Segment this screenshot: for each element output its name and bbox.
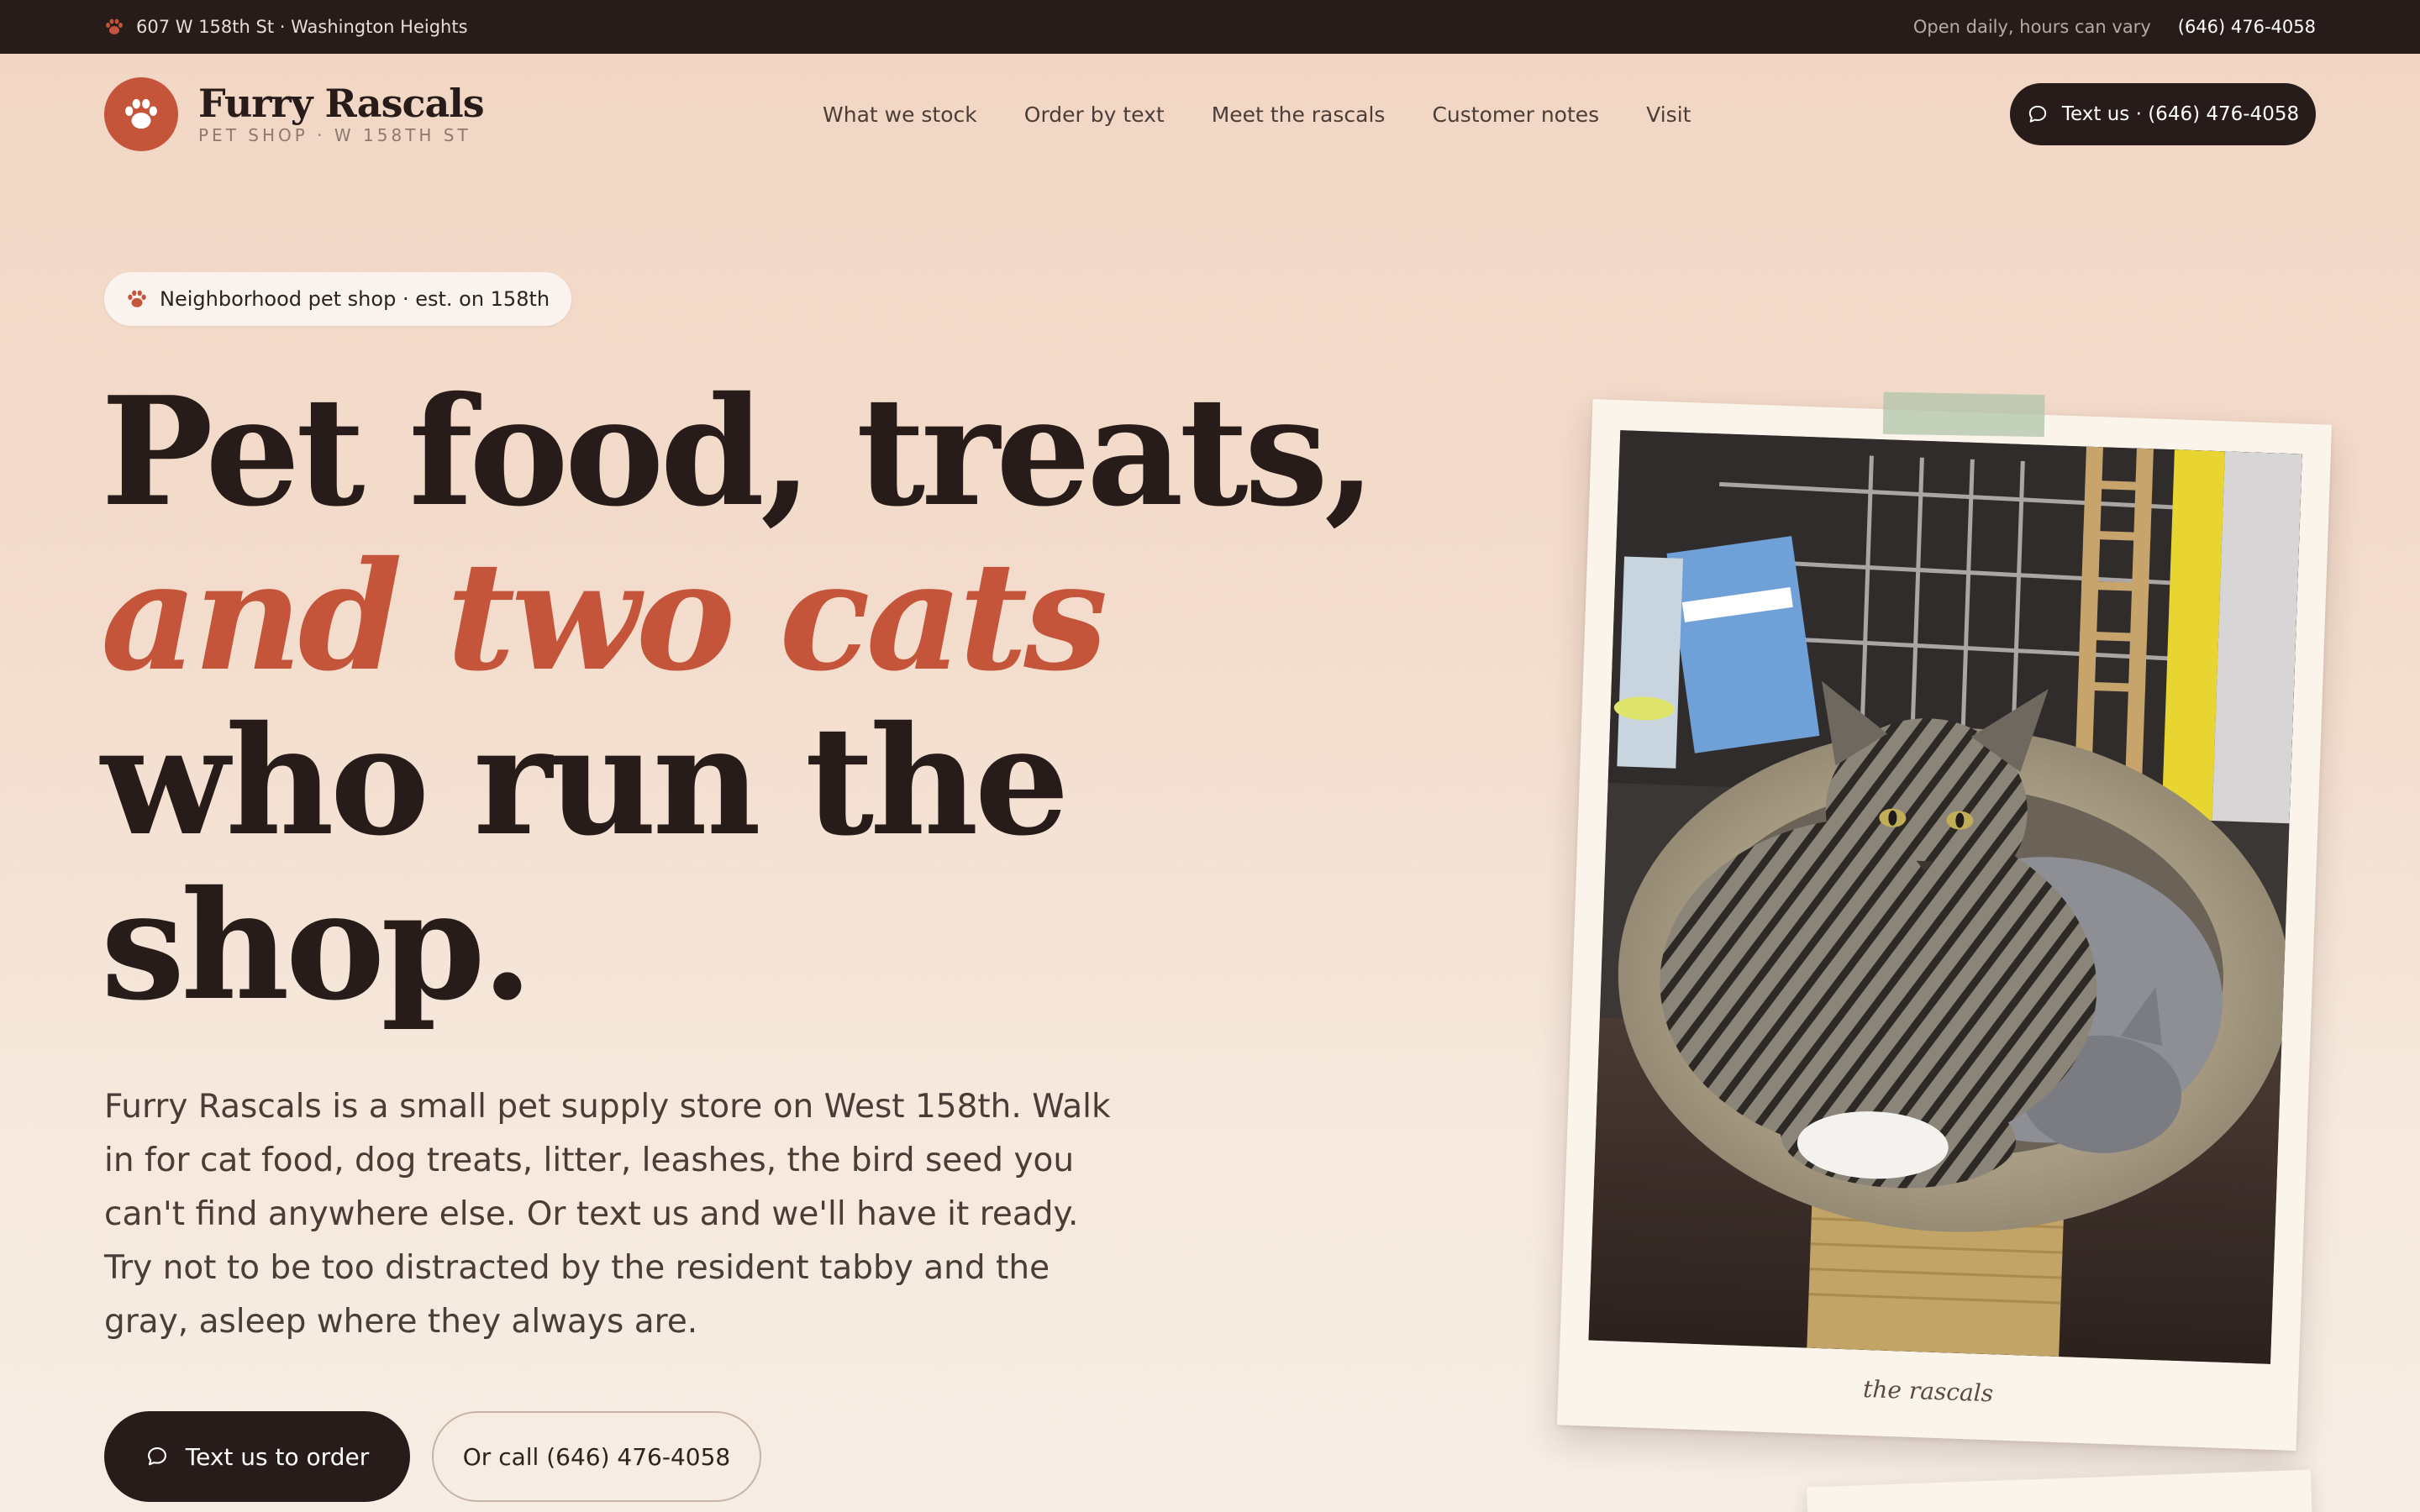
headline-line-2-accent: and two cats xyxy=(101,528,1107,704)
paw-icon xyxy=(125,98,157,129)
polaroid-photo-card: the rascals xyxy=(1556,391,2333,1451)
main-nav: What we stock Order by text Meet the ras… xyxy=(823,76,1691,153)
chat-bubble-icon xyxy=(2028,105,2047,123)
paw-icon xyxy=(106,18,123,34)
top-info-bar: 607 W 158th St · Washington Heights Open… xyxy=(0,0,2420,54)
tape-strip xyxy=(1882,391,2045,438)
brand-logo-link[interactable]: Furry Rascals PET SHOP · W 158TH ST xyxy=(104,77,485,151)
primary-button-label: Text us to order xyxy=(185,1442,370,1471)
hours-text: Open daily, hours can vary xyxy=(1912,17,2151,37)
cats-in-bed-illustration xyxy=(1588,430,2302,1364)
nav-link-visit[interactable]: Visit xyxy=(1646,102,1691,127)
brand-name: Furry Rascals xyxy=(198,80,485,126)
logo-badge xyxy=(104,77,178,151)
nav-link-customer-notes[interactable]: Customer notes xyxy=(1432,102,1599,127)
nav-link-what-we-stock[interactable]: What we stock xyxy=(823,102,977,127)
hero-badge-text: Neighborhood pet shop · est. on 158th xyxy=(160,287,550,311)
header-text-us-button[interactable]: Text us · (646) 476-4058 xyxy=(2010,83,2316,145)
secondary-button-label: Or call (646) 476-4058 xyxy=(462,1442,731,1471)
address-text: 607 W 158th St · Washington Heights xyxy=(136,17,468,37)
text-us-to-order-button[interactable]: Text us to order xyxy=(104,1411,410,1502)
hours-phone-group: Open daily, hours can vary (646) 476-405… xyxy=(1913,17,2316,37)
hero-intro-paragraph: Furry Rascals is a small pet supply stor… xyxy=(104,1088,1111,1341)
call-button[interactable]: Or call (646) 476-4058 xyxy=(432,1411,761,1502)
secondary-card-peek xyxy=(1807,1469,2314,1512)
headline-line-3: who run the xyxy=(101,693,1070,869)
site-header: Furry Rascals PET SHOP · W 158TH ST What… xyxy=(104,76,2316,153)
nav-link-order-by-text[interactable]: Order by text xyxy=(1024,102,1165,127)
photo-caption: the rascals xyxy=(1862,1374,1994,1408)
hero-buttons: Text us to order Or call (646) 476-4058 xyxy=(104,1411,761,1502)
brand-text: Furry Rascals PET SHOP · W 158TH ST xyxy=(198,80,485,146)
topbar-phone-link[interactable]: (646) 476-4058 xyxy=(2178,17,2316,37)
nav-link-meet-the-rascals[interactable]: Meet the rascals xyxy=(1212,102,1386,127)
chat-bubble-icon xyxy=(147,1447,166,1466)
cats-photo xyxy=(1588,430,2302,1364)
headline-line-1: Pet food, treats, xyxy=(101,364,1376,539)
paw-icon xyxy=(128,290,146,307)
headline-line-4: shop. xyxy=(101,858,534,1033)
hero-headline: Pet food, treats, and two cats who run t… xyxy=(101,370,1412,1028)
header-cta-label: Text us · (646) 476-4058 xyxy=(2061,103,2300,125)
hero-badge: Neighborhood pet shop · est. on 158th xyxy=(104,272,572,326)
brand-subtitle: PET SHOP · W 158TH ST xyxy=(198,125,471,146)
address-group: 607 W 158th St · Washington Heights xyxy=(104,17,468,37)
